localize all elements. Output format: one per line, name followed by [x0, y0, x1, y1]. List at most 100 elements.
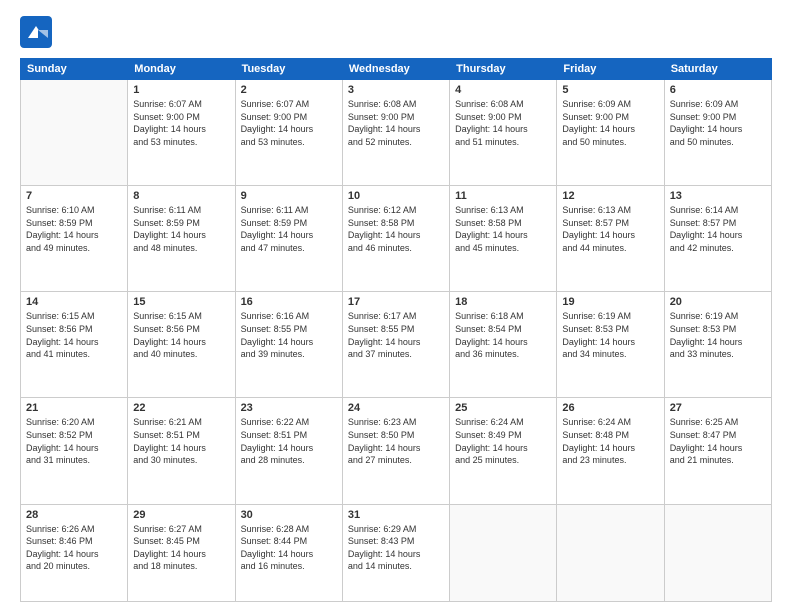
daylight-text2: and 30 minutes.: [133, 455, 197, 465]
daylight-text2: and 50 minutes.: [562, 137, 626, 147]
daylight-text2: and 47 minutes.: [241, 243, 305, 253]
daylight-text: Daylight: 14 hours: [133, 443, 206, 453]
calendar-cell: 18Sunrise: 6:18 AMSunset: 8:54 PMDayligh…: [450, 292, 557, 398]
daylight-text2: and 25 minutes.: [455, 455, 519, 465]
daylight-text2: and 28 minutes.: [241, 455, 305, 465]
calendar-week-row: 1Sunrise: 6:07 AMSunset: 9:00 PMDaylight…: [21, 80, 772, 186]
sunset-text: Sunset: 9:00 PM: [241, 112, 308, 122]
calendar-cell: [450, 504, 557, 601]
daylight-text2: and 50 minutes.: [670, 137, 734, 147]
daylight-text: Daylight: 14 hours: [562, 124, 635, 134]
day-number: 8: [133, 190, 229, 202]
daylight-text2: and 36 minutes.: [455, 349, 519, 359]
daylight-text: Daylight: 14 hours: [348, 443, 421, 453]
sunset-text: Sunset: 9:00 PM: [455, 112, 522, 122]
day-info: Sunrise: 6:19 AMSunset: 8:53 PMDaylight:…: [670, 310, 766, 360]
sunset-text: Sunset: 9:00 PM: [670, 112, 737, 122]
sunset-text: Sunset: 9:00 PM: [348, 112, 415, 122]
daylight-text2: and 41 minutes.: [26, 349, 90, 359]
day-number: 25: [455, 402, 551, 414]
daylight-text2: and 39 minutes.: [241, 349, 305, 359]
calendar-cell: [557, 504, 664, 601]
calendar-body: 1Sunrise: 6:07 AMSunset: 9:00 PMDaylight…: [21, 80, 772, 602]
calendar-week-row: 21Sunrise: 6:20 AMSunset: 8:52 PMDayligh…: [21, 398, 772, 504]
sunset-text: Sunset: 8:46 PM: [26, 536, 93, 546]
daylight-text: Daylight: 14 hours: [26, 549, 99, 559]
sunset-text: Sunset: 8:56 PM: [26, 324, 93, 334]
calendar-cell: 25Sunrise: 6:24 AMSunset: 8:49 PMDayligh…: [450, 398, 557, 504]
daylight-text: Daylight: 14 hours: [562, 230, 635, 240]
sunrise-text: Sunrise: 6:19 AM: [562, 311, 631, 321]
day-number: 29: [133, 509, 229, 521]
day-info: Sunrise: 6:24 AMSunset: 8:48 PMDaylight:…: [562, 416, 658, 466]
calendar-cell: 19Sunrise: 6:19 AMSunset: 8:53 PMDayligh…: [557, 292, 664, 398]
calendar-cell: 30Sunrise: 6:28 AMSunset: 8:44 PMDayligh…: [235, 504, 342, 601]
day-info: Sunrise: 6:22 AM Sunset: 8:51 PM Daylight:…: [241, 416, 337, 466]
calendar-cell: 22Sunrise: 6:21 AMSunset: 8:51 PMDayligh…: [128, 398, 235, 504]
daylight-text: Daylight: 14 hours: [455, 337, 528, 347]
day-number: 26: [562, 402, 658, 414]
daylight-text2: and 20 minutes.: [26, 561, 90, 571]
sunrise-text: Sunrise: 6:13 AM: [562, 205, 631, 215]
day-number: 27: [670, 402, 766, 414]
sunset-text: Sunset: 8:49 PM: [455, 430, 522, 440]
day-number: 7: [26, 190, 122, 202]
calendar-cell: 21Sunrise: 6:20 AMSunset: 8:52 PMDayligh…: [21, 398, 128, 504]
calendar-cell: 23 Sunrise: 6:22 AM Sunset: 8:51 PM Dayligh…: [235, 398, 342, 504]
calendar-cell: 9Sunrise: 6:11 AMSunset: 8:59 PMDaylight…: [235, 186, 342, 292]
calendar-cell: 8Sunrise: 6:11 AMSunset: 8:59 PMDaylight…: [128, 186, 235, 292]
day-number: 11: [455, 190, 551, 202]
day-number: 14: [26, 296, 122, 308]
daylight-text: Daylight: 14 hours: [670, 230, 743, 240]
calendar-cell: 16Sunrise: 6:16 AMSunset: 8:55 PMDayligh…: [235, 292, 342, 398]
day-number: 23: [241, 402, 337, 414]
day-number: 28: [26, 509, 122, 521]
day-info: Sunrise: 6:26 AMSunset: 8:46 PMDaylight:…: [26, 523, 122, 573]
sunset-text: Sunset: 8:44 PM: [241, 536, 308, 546]
sunset-text: Sunset: 8:45 PM: [133, 536, 200, 546]
weekday-header: Friday: [557, 59, 664, 80]
calendar-cell: 20Sunrise: 6:19 AMSunset: 8:53 PMDayligh…: [664, 292, 771, 398]
day-info: Sunrise: 6:15 AMSunset: 8:56 PMDaylight:…: [26, 310, 122, 360]
day-number: 12: [562, 190, 658, 202]
daylight-text2: and 44 minutes.: [562, 243, 626, 253]
sunrise-text: Sunrise: 6:22 AM: [241, 417, 310, 427]
day-number: 15: [133, 296, 229, 308]
weekday-header: Sunday: [21, 59, 128, 80]
sunset-text: Sunset: 8:51 PM: [241, 430, 308, 440]
sunrise-text: Sunrise: 6:19 AM: [670, 311, 739, 321]
calendar-table: SundayMondayTuesdayWednesdayThursdayFrid…: [20, 58, 772, 602]
calendar-header: SundayMondayTuesdayWednesdayThursdayFrid…: [21, 59, 772, 80]
day-number: 31: [348, 509, 444, 521]
day-info: Sunrise: 6:15 AMSunset: 8:56 PMDaylight:…: [133, 310, 229, 360]
daylight-text2: and 46 minutes.: [348, 243, 412, 253]
day-info: Sunrise: 6:07 AMSunset: 9:00 PMDaylight:…: [133, 98, 229, 148]
day-number: 13: [670, 190, 766, 202]
weekday-header: Monday: [128, 59, 235, 80]
calendar-cell: 13Sunrise: 6:14 AMSunset: 8:57 PMDayligh…: [664, 186, 771, 292]
weekday-header: Thursday: [450, 59, 557, 80]
calendar-cell: 6Sunrise: 6:09 AMSunset: 9:00 PMDaylight…: [664, 80, 771, 186]
daylight-text2: and 14 minutes.: [348, 561, 412, 571]
sunrise-text: Sunrise: 6:10 AM: [26, 205, 95, 215]
calendar-week-row: 14 Sunrise: 6:15 AMSunset: 8:56 PMDayligh…: [21, 292, 772, 398]
calendar-cell: 1Sunrise: 6:07 AMSunset: 9:00 PMDaylight…: [128, 80, 235, 186]
sunset-text: Sunset: 8:52 PM: [26, 430, 93, 440]
sunrise-text: Sunrise: 6:23 AM: [348, 417, 417, 427]
day-number: 24: [348, 402, 444, 414]
day-info: Sunrise: 6:20 AMSunset: 8:52 PMDaylight:…: [26, 416, 122, 466]
daylight-text: Daylight: 14 hours: [562, 337, 635, 347]
calendar-cell: 28 Sunrise: 6:26 AMSunset: 8:46 PMDayligh…: [21, 504, 128, 601]
daylight-text: Daylight: 14 hours: [241, 549, 314, 559]
day-info: Sunrise: 6:23 AMSunset: 8:50 PMDaylight:…: [348, 416, 444, 466]
sunrise-text: Sunrise: 6:28 AM: [241, 524, 310, 534]
sunrise-text: Sunrise: 6:09 AM: [670, 99, 739, 109]
daylight-text: Daylight: 14 hours: [241, 443, 314, 453]
daylight-text: Daylight: 14 hours: [455, 124, 528, 134]
calendar-cell: 7Sunrise: 6:10 AMSunset: 8:59 PMDaylight…: [21, 186, 128, 292]
calendar-cell: 29Sunrise: 6:27 AMSunset: 8:45 PMDayligh…: [128, 504, 235, 601]
day-number: 2: [241, 84, 337, 96]
calendar-cell: 5Sunrise: 6:09 AMSunset: 9:00 PMDaylight…: [557, 80, 664, 186]
sunrise-text: Sunrise: 6:07 AM: [241, 99, 310, 109]
sunrise-text: Sunrise: 6:09 AM: [562, 99, 631, 109]
